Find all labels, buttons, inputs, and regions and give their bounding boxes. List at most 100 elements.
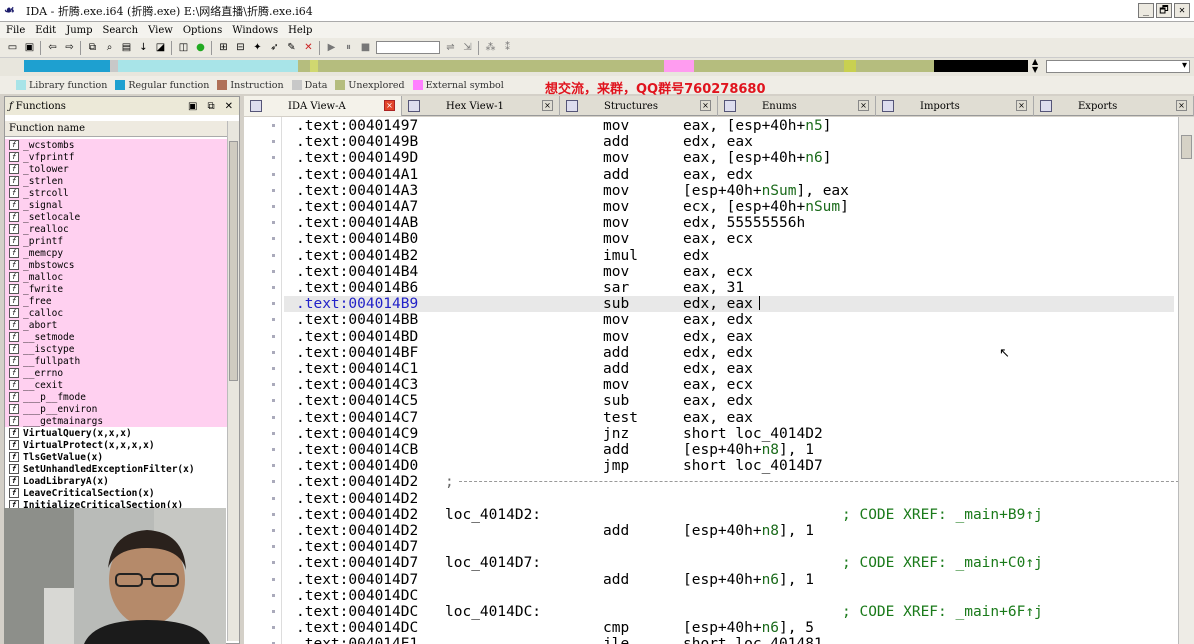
pane-dock-icon[interactable]: ⧉ bbox=[207, 101, 214, 112]
operands[interactable]: edx, 55555556h bbox=[683, 215, 805, 231]
operands[interactable]: short loc_4014D2 bbox=[683, 426, 823, 442]
function-list-item[interactable]: f VirtualQuery(x,x,x) bbox=[5, 427, 227, 439]
xref-comment[interactable]: ; CODE XREF: _main+B9↑j bbox=[842, 507, 1043, 523]
navigation-band[interactable] bbox=[24, 60, 1028, 72]
function-list-item[interactable]: f _malloc bbox=[5, 271, 227, 283]
stop-icon[interactable]: ✕ bbox=[302, 41, 315, 54]
disasm-line[interactable]: .text:004014B4 mov eax, ecx bbox=[284, 264, 1174, 280]
operands[interactable]: eax, ecx bbox=[683, 231, 753, 247]
tab-close-icon[interactable]: × bbox=[1016, 100, 1027, 111]
function-list-item[interactable]: f TlsGetValue(x) bbox=[5, 451, 227, 463]
function-list-item[interactable]: f ___p__fmode bbox=[5, 391, 227, 403]
pause-icon[interactable]: ⏸ bbox=[342, 41, 355, 54]
function-list-item[interactable]: f _strcoll bbox=[5, 187, 227, 199]
green-dot-icon[interactable]: ● bbox=[194, 41, 207, 54]
play-icon[interactable]: ▶ bbox=[325, 41, 338, 54]
xref-comment[interactable]: ; CODE XREF: _main+6F↑j bbox=[842, 604, 1043, 620]
function-list-item[interactable]: f _realloc bbox=[5, 223, 227, 235]
disasm-line[interactable]: .text:004014B0 mov eax, ecx bbox=[284, 231, 1174, 247]
menu-file[interactable]: File bbox=[6, 25, 25, 36]
stack-variable[interactable]: n8 bbox=[762, 442, 779, 458]
tab-structures[interactable]: Structures × bbox=[560, 96, 718, 116]
operands[interactable]: eax, ecx bbox=[683, 264, 753, 280]
operands[interactable]: edx, eax bbox=[683, 134, 753, 150]
function-list-item[interactable]: f __cexit bbox=[5, 379, 227, 391]
flowchart-icon[interactable]: ⊞ bbox=[217, 41, 230, 54]
tab-imports[interactable]: Imports × bbox=[876, 96, 1034, 116]
xref-icon[interactable]: ⊟ bbox=[234, 41, 247, 54]
disasm-line[interactable]: .text:004014D2; bbox=[284, 474, 1178, 490]
scrollbar-thumb[interactable] bbox=[1181, 135, 1192, 159]
function-list-item[interactable]: f _calloc bbox=[5, 307, 227, 319]
function-list-item[interactable]: f _setlocale bbox=[5, 211, 227, 223]
save-icon[interactable]: ▣ bbox=[23, 41, 36, 54]
disasm-line[interactable]: .text:004014B6 sar eax, 31 bbox=[284, 280, 1174, 296]
function-list-item[interactable]: f _wcstombs bbox=[5, 139, 227, 151]
function-list-item[interactable]: f ___getmainargs bbox=[5, 415, 227, 427]
chart-icon[interactable]: ◪ bbox=[154, 41, 167, 54]
disasm-line[interactable]: .text:004014D7 add [esp+40h+n6], 1 bbox=[284, 572, 1174, 588]
function-list-item[interactable]: f LoadLibraryA(x) bbox=[5, 475, 227, 487]
pin-icon[interactable]: ✎ bbox=[285, 41, 298, 54]
xref-comment[interactable]: ; CODE XREF: _main+C0↑j bbox=[842, 555, 1043, 571]
menu-help[interactable]: Help bbox=[288, 25, 312, 36]
tab-exports[interactable]: Exports × bbox=[1034, 96, 1194, 116]
disasm-line[interactable]: .text:004014AB mov edx, 55555556h bbox=[284, 215, 1174, 231]
operands[interactable]: [esp+40h+n8], 1 bbox=[683, 523, 814, 539]
function-list-item[interactable]: f VirtualProtect(x,x,x,x) bbox=[5, 439, 227, 451]
stack-variable[interactable]: n6 bbox=[762, 620, 779, 636]
function-list-item[interactable]: f __fullpath bbox=[5, 355, 227, 367]
tab-close-icon[interactable]: × bbox=[1176, 100, 1187, 111]
open-icon[interactable]: ▭ bbox=[6, 41, 19, 54]
operands[interactable]: short loc_401481 bbox=[683, 636, 823, 644]
tab-close-icon[interactable]: × bbox=[384, 100, 395, 111]
menu-view[interactable]: View bbox=[148, 25, 173, 36]
function-list-item[interactable]: f _abort bbox=[5, 319, 227, 331]
text-icon[interactable]: ▤ bbox=[120, 41, 133, 54]
function-list-item[interactable]: f _free bbox=[5, 295, 227, 307]
disasm-line[interactable]: .text:004014B2 imul edx bbox=[284, 248, 1174, 264]
trace2-icon[interactable]: ⁑ bbox=[501, 41, 514, 54]
function-list-item[interactable]: f _printf bbox=[5, 235, 227, 247]
disasm-line[interactable]: .text:004014D7 bbox=[284, 539, 1174, 555]
pane-close-icon[interactable]: ✕ bbox=[225, 101, 233, 112]
function-list-item[interactable]: f _strlen bbox=[5, 175, 227, 187]
copy-icon[interactable]: ⧉ bbox=[86, 41, 99, 54]
halt-icon[interactable]: ■ bbox=[359, 41, 372, 54]
forward-icon[interactable]: ⇨ bbox=[63, 41, 76, 54]
disassembly-scrollbar[interactable] bbox=[1178, 117, 1194, 644]
code-label[interactable]: loc_4014D2: bbox=[445, 507, 541, 523]
operands[interactable]: edx bbox=[683, 248, 709, 264]
menu-jump[interactable]: Jump bbox=[66, 25, 92, 36]
arrow-icon[interactable]: ➶ bbox=[268, 41, 281, 54]
pane-float-icon[interactable]: ▣ bbox=[188, 101, 197, 112]
disasm-line[interactable]: .text:004014DC bbox=[284, 588, 1174, 604]
function-list-item[interactable]: f ___p__environ bbox=[5, 403, 227, 415]
operands[interactable]: [esp+40h+n6], 5 bbox=[683, 620, 814, 636]
function-list-item[interactable]: f _mbstowcs bbox=[5, 259, 227, 271]
operands[interactable]: [esp+40h+nSum], eax bbox=[683, 183, 849, 199]
graph-icon[interactable]: ◫ bbox=[177, 41, 190, 54]
function-list-item[interactable]: f LeaveCriticalSection(x) bbox=[5, 487, 227, 499]
function-list-item[interactable]: f _memcpy bbox=[5, 247, 227, 259]
disasm-line[interactable]: .text:004014D2 bbox=[284, 491, 1174, 507]
close-button[interactable]: ✕ bbox=[1174, 3, 1190, 18]
stack-variable[interactable]: n8 bbox=[762, 523, 779, 539]
operands[interactable]: eax, 31 bbox=[683, 280, 744, 296]
operands[interactable]: eax, [esp+40h+n5] bbox=[683, 118, 831, 134]
stack-variable[interactable]: n6 bbox=[762, 572, 779, 588]
disasm-line[interactable]: .text:0040149B add edx, eax bbox=[284, 134, 1174, 150]
disasm-line[interactable]: .text:004014BD mov edx, eax bbox=[284, 329, 1174, 345]
stack-variable[interactable]: nSum bbox=[762, 183, 797, 199]
disasm-line[interactable]: .text:004014C1 add edx, eax bbox=[284, 361, 1174, 377]
disasm-line[interactable]: .text:00401497 mov eax, [esp+40h+n5] bbox=[284, 118, 1174, 134]
operands[interactable]: edx, eax bbox=[683, 296, 760, 312]
stack-variable[interactable]: n5 bbox=[805, 118, 822, 134]
operands[interactable]: edx, eax bbox=[683, 361, 753, 377]
tab-close-icon[interactable]: × bbox=[700, 100, 711, 111]
disasm-line[interactable]: .text:004014A7 mov ecx, [esp+40h+nSum] bbox=[284, 199, 1174, 215]
operands[interactable]: eax, [esp+40h+n6] bbox=[683, 150, 831, 166]
disasm-line[interactable]: .text:004014E1 jle short loc_401481 bbox=[284, 636, 1174, 644]
operands[interactable]: eax, edx bbox=[683, 393, 753, 409]
disasm-line[interactable]: .text:004014BF add edx, edx bbox=[284, 345, 1174, 361]
